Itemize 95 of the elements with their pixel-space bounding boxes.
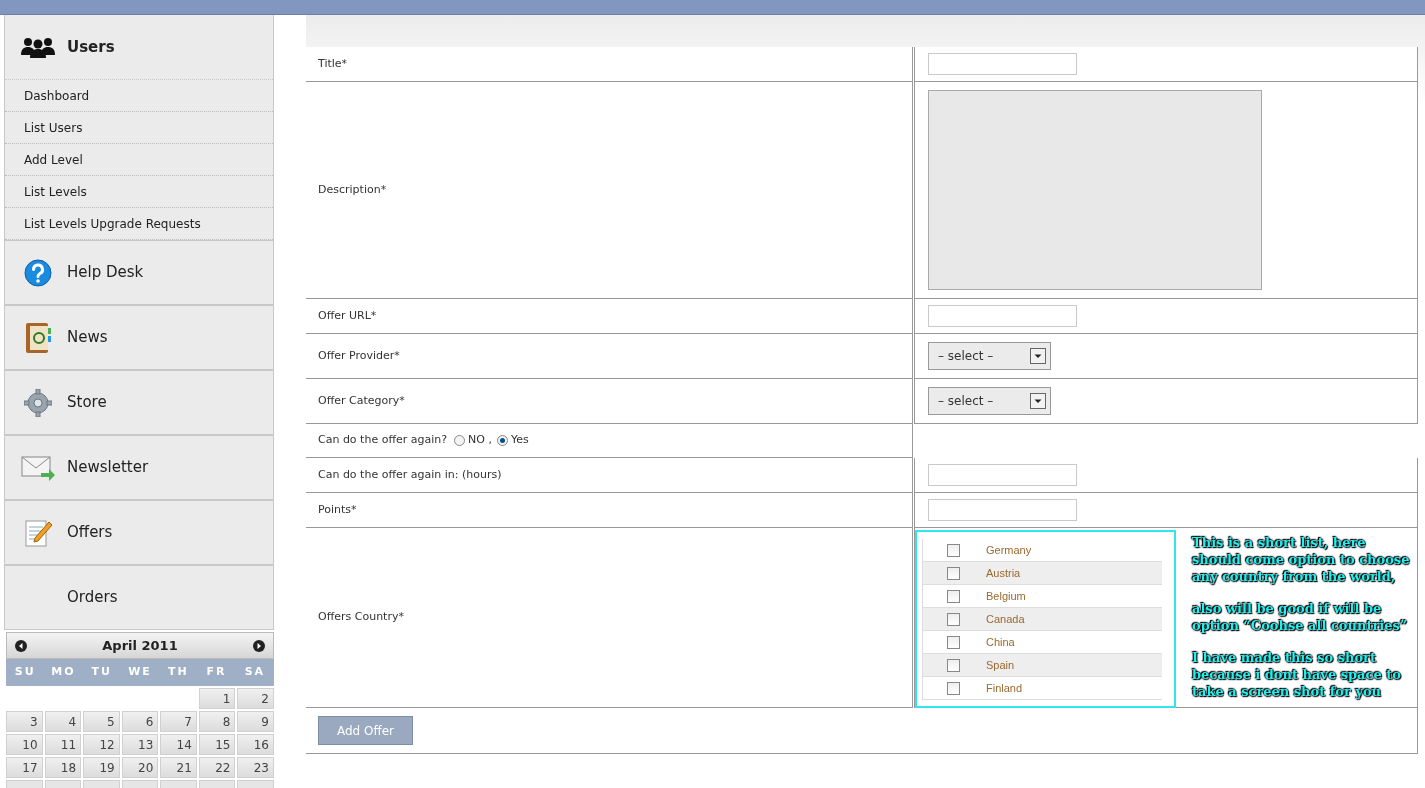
- calendar-day[interactable]: 17: [6, 757, 43, 778]
- select-dropdown[interactable]: – select –: [928, 387, 1051, 415]
- calendar-day[interactable]: 10: [6, 734, 43, 755]
- country-label: Canada: [986, 611, 1025, 627]
- field-label: Can do the offer again?: [318, 432, 448, 449]
- calendar-day[interactable]: 16: [237, 734, 274, 755]
- calendar-day[interactable]: 1: [198, 688, 236, 709]
- checkbox[interactable]: [947, 589, 960, 603]
- checkbox[interactable]: [947, 681, 960, 695]
- menu-item[interactable]: Add Level: [5, 144, 273, 176]
- field-label: Offer Category*: [318, 392, 405, 409]
- checkbox[interactable]: [947, 566, 960, 580]
- menu-section-label: Help Desk: [67, 262, 144, 284]
- field-label: Offer Provider*: [318, 347, 400, 364]
- calendar-title: April 2011: [102, 636, 178, 655]
- annotation-note: also will be good if will be option “Coohse all countries”: [1192, 600, 1409, 634]
- calendar-day[interactable]: 8: [198, 711, 236, 732]
- annotation-note: This is a short list, here should come option to choose any country from the world,: [1192, 534, 1411, 585]
- menu-section-label: Orders: [67, 587, 118, 609]
- weekday-label: TH: [166, 664, 190, 681]
- menu-item[interactable]: List Levels: [5, 176, 273, 208]
- calendar-day[interactable]: 2: [237, 688, 274, 709]
- checkbox[interactable]: [947, 543, 960, 557]
- text-field[interactable]: [928, 305, 1077, 327]
- menu-section-label: Users: [67, 36, 115, 58]
- menu-section[interactable]: Newsletter: [5, 435, 273, 500]
- country-label: China: [986, 634, 1015, 650]
- menu-section-label: News: [67, 327, 108, 349]
- menu-section-label: Offers: [67, 522, 113, 544]
- field-label: Can do the offer again in: (hours): [318, 466, 502, 483]
- calendar-day[interactable]: 6: [121, 711, 159, 732]
- calendar-day[interactable]: 11: [44, 734, 82, 755]
- radio-button[interactable]: [454, 435, 466, 446]
- weekday-label: SA: [243, 664, 267, 681]
- calendar-day[interactable]: 5: [83, 711, 120, 732]
- field-label: Offer URL*: [318, 307, 377, 324]
- country-label: Spain: [986, 657, 1015, 673]
- calendar-day[interactable]: 9: [237, 711, 274, 732]
- annotation-note: I have made this so short because i dont have space to take a screen shot for you: [1192, 649, 1402, 700]
- calendar-day[interactable]: 20: [121, 757, 159, 778]
- next-icon[interactable]: [253, 639, 265, 652]
- country-label: Finland: [986, 680, 1023, 696]
- menu-item[interactable]: List Levels Upgrade Requests: [5, 208, 273, 240]
- menu-item[interactable]: Dashboard: [5, 80, 273, 112]
- option-label: NO ,: [468, 432, 492, 449]
- calendar-day[interactable]: 18: [44, 757, 82, 778]
- checkbox[interactable]: [947, 612, 960, 626]
- text-area[interactable]: [928, 90, 1262, 290]
- menu-section[interactable]: Store: [5, 370, 273, 435]
- country-label: Austria: [986, 565, 1021, 581]
- menu-section[interactable]: Users: [5, 15, 273, 80]
- menu-section-label: Newsletter: [67, 457, 149, 479]
- option-label: Yes: [510, 432, 529, 449]
- help-icon: [24, 258, 52, 287]
- envelope-icon: [21, 454, 55, 481]
- calendar-day[interactable]: 15: [198, 734, 236, 755]
- select-dropdown[interactable]: – select –: [928, 342, 1051, 370]
- field-label: Points*: [318, 501, 357, 518]
- calendar-day[interactable]: 7: [160, 711, 197, 732]
- previous-icon[interactable]: [15, 639, 27, 652]
- field-label: Title*: [318, 55, 348, 72]
- weekday-label: FR: [205, 664, 228, 681]
- calendar-day[interactable]: 4: [44, 711, 82, 732]
- radio-button[interactable]: [496, 435, 508, 446]
- country-label: Belgium: [986, 588, 1026, 604]
- menu-item[interactable]: List Users: [5, 112, 273, 144]
- text-field[interactable]: [928, 499, 1077, 521]
- calendar-day[interactable]: 21: [160, 757, 197, 778]
- calendar-day[interactable]: 23: [237, 757, 274, 778]
- weekday-label: SU: [13, 664, 37, 681]
- menu-section[interactable]: Orders: [5, 565, 273, 630]
- menu-section[interactable]: Offers: [5, 500, 273, 565]
- calendar-day[interactable]: 13: [121, 734, 159, 755]
- weekday-label: MO: [50, 664, 77, 681]
- gear-icon: [24, 388, 52, 417]
- calendar-day[interactable]: 12: [83, 734, 120, 755]
- field-label: Description*: [318, 181, 387, 198]
- text-field[interactable]: [928, 464, 1077, 486]
- calendar-day[interactable]: 14: [160, 734, 197, 755]
- checkbox[interactable]: [947, 635, 960, 649]
- calendar-day[interactable]: 19: [83, 757, 120, 778]
- calendar-day[interactable]: 22: [198, 757, 236, 778]
- people-icon: [21, 36, 55, 58]
- weekday-label: WE: [127, 664, 153, 681]
- menu-section[interactable]: News: [5, 305, 273, 370]
- weekday-label: TU: [90, 664, 113, 681]
- address-book-icon: [24, 321, 52, 354]
- text-field[interactable]: [928, 53, 1077, 75]
- calendar-day[interactable]: 3: [6, 711, 43, 732]
- checkbox[interactable]: [947, 658, 960, 672]
- menu-section-label: Store: [67, 392, 107, 414]
- field-label: Offers Country*: [318, 609, 404, 626]
- notepad-pencil-icon: [23, 517, 53, 548]
- menu-section[interactable]: Help Desk: [5, 240, 273, 305]
- country-label: Germany: [986, 542, 1032, 558]
